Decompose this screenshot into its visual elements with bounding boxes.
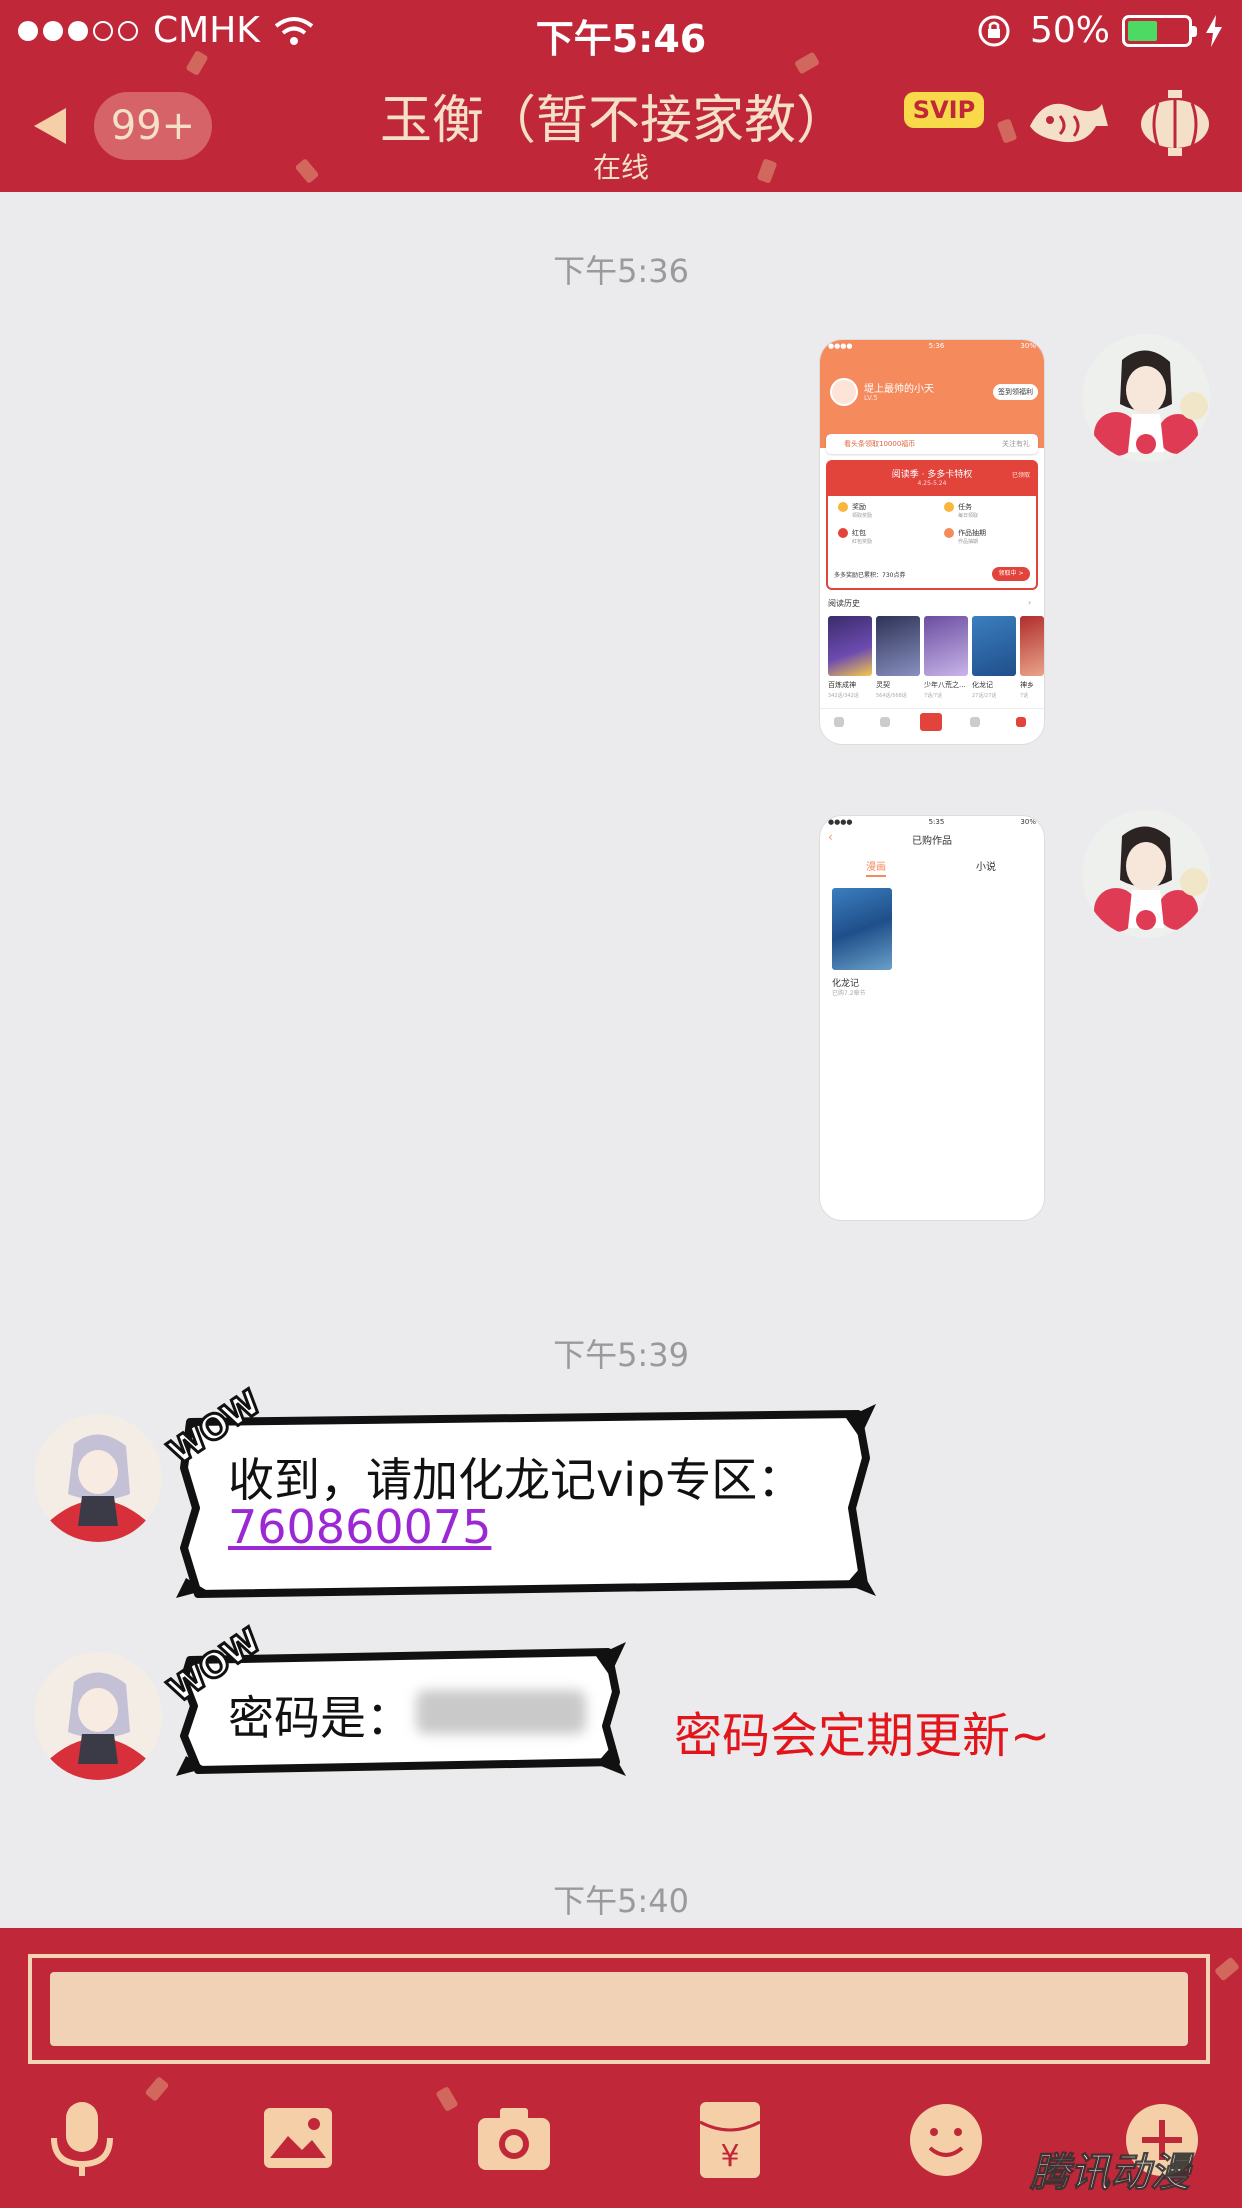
book-progress: 7话/7话: [924, 693, 943, 699]
emoji-icon[interactable]: [906, 2100, 986, 2180]
battery-icon: [1122, 14, 1197, 47]
rotation-lock-icon: [978, 15, 1010, 46]
battery-fill: [1128, 20, 1157, 41]
sender-avatar-other[interactable]: [34, 1414, 162, 1542]
back-icon[interactable]: [30, 104, 70, 148]
book-cover: [876, 616, 920, 676]
book-title: 少年八荒之...: [924, 681, 966, 689]
reading-history-title: 阅读历史 ›: [828, 598, 1032, 608]
sender-avatar-self[interactable]: [1082, 810, 1210, 938]
svg-text:¥: ¥: [720, 2139, 739, 2174]
image-icon[interactable]: [258, 2100, 338, 2180]
mini-status-bar: ●●●● 5:36 30%: [828, 342, 1036, 350]
confetti: [996, 118, 1018, 144]
lantern-icon[interactable]: [1138, 90, 1212, 160]
mini-status-bar: ●●●● 5:35 30%: [828, 818, 1036, 826]
mini-tab-active: 漫画: [866, 858, 886, 877]
avatar-illustration: [34, 1652, 162, 1780]
image-message-profile-screenshot[interactable]: ●●●● 5:36 30% 堤上最帅的小天 LV.5 签到领福利 看头条领取1000…: [820, 340, 1044, 744]
message-input[interactable]: [50, 1972, 1188, 2046]
confetti: [435, 2085, 459, 2113]
privilege-item: 作品抽期 作品抽期: [944, 528, 986, 545]
profile-name: 堤上最帅的小天: [864, 384, 934, 395]
book-cover: [828, 616, 872, 676]
message-bubble-1[interactable]: WOW 收到，请加化龙记vip专区： 760860075: [160, 1382, 876, 1602]
svip-badge: SVIP: [904, 92, 984, 128]
confetti: [1214, 1956, 1240, 1982]
image-message-purchased-screenshot[interactable]: ●●●● 5:35 30% ‹ 已购作品 漫画 小说 化龙记 已购7.2章节: [820, 816, 1044, 1220]
book-title: 灵契: [876, 681, 890, 689]
message-text: 密码是：: [228, 1691, 412, 1745]
message-timestamp: 下午5:40: [553, 1882, 689, 1920]
privilege-item: 奖励 领取奖励: [838, 502, 872, 519]
avatar-illustration: [34, 1414, 162, 1542]
mini-tab-bar: [820, 708, 1044, 742]
message-bubble-2[interactable]: WOW 密码是：: [160, 1620, 626, 1780]
privilege-card: 阅读季 · 多多卡特权 4.25-5.24 已领取 奖励 领取奖励 任务 每日领取 …: [826, 460, 1038, 590]
mini-tab: 小说: [976, 862, 996, 873]
password-redacted: [416, 1690, 586, 1734]
book-cover: [1020, 616, 1044, 676]
profile-header: ●●●● 5:36 30% 堤上最帅的小天 LV.5 签到领福利: [820, 340, 1044, 448]
book-cover: [972, 616, 1016, 676]
chat-title[interactable]: 玉衡（暂不接家教）: [380, 78, 848, 153]
book-progress: 27话/27话: [972, 693, 997, 699]
top-bar: CMHK 下午5:46 50% 99+ 玉衡（暂不接家教） SVIP 在线: [0, 0, 1242, 192]
book-title: 百炼成神: [828, 681, 856, 689]
sender-avatar-other[interactable]: [34, 1652, 162, 1780]
book-progress: 564话/568话: [876, 693, 907, 699]
book-progress: 342话/342话: [828, 693, 859, 699]
book-cover: [924, 616, 968, 676]
group-number-link[interactable]: 760860075: [228, 1500, 491, 1554]
banner-line: 看头条领取10000福币 关注有礼: [826, 434, 1038, 454]
mini-page-title: 已购作品: [912, 836, 952, 847]
privilege-footer: 多多奖励已累积：730点券 领取中 >: [834, 567, 1030, 581]
profile-button: 签到领福利: [993, 384, 1038, 400]
red-packet-icon[interactable]: ¥: [690, 2100, 770, 2180]
book-title: 化龙记: [972, 681, 993, 689]
privilege-item: 任务 每日领取: [944, 502, 978, 519]
charging-icon: [1206, 14, 1222, 47]
privilege-card-header: 阅读季 · 多多卡特权 4.25-5.24 已领取: [828, 462, 1036, 496]
avatar-illustration: [1082, 810, 1210, 938]
profile-sub: LV.5: [864, 394, 878, 402]
avatar-illustration: [1082, 334, 1210, 462]
book-title: 神乡: [1020, 681, 1034, 689]
fish-icon[interactable]: [1024, 86, 1112, 156]
message-timestamp: 下午5:39: [553, 1336, 689, 1374]
password-update-note: 密码会定期更新~: [674, 1708, 1051, 1764]
camera-icon[interactable]: [474, 2100, 554, 2180]
sender-avatar-self[interactable]: [1082, 334, 1210, 462]
message-timestamp: 下午5:36: [553, 252, 689, 290]
status-bar: CMHK 下午5:46 50%: [0, 0, 1242, 62]
privilege-item: 红包 红包奖励: [838, 528, 872, 545]
watermark-logo: 腾讯动漫: [1030, 2150, 1191, 2197]
book-progress: 7话: [1020, 693, 1029, 699]
battery-percent: 50%: [1029, 10, 1110, 51]
confetti: [144, 2076, 170, 2102]
avatar: [830, 378, 858, 406]
book-cover: [832, 888, 892, 970]
message-input-frame: [28, 1954, 1210, 2064]
book-progress: 已购7.2章节: [832, 990, 866, 997]
microphone-icon[interactable]: [42, 2100, 122, 2180]
